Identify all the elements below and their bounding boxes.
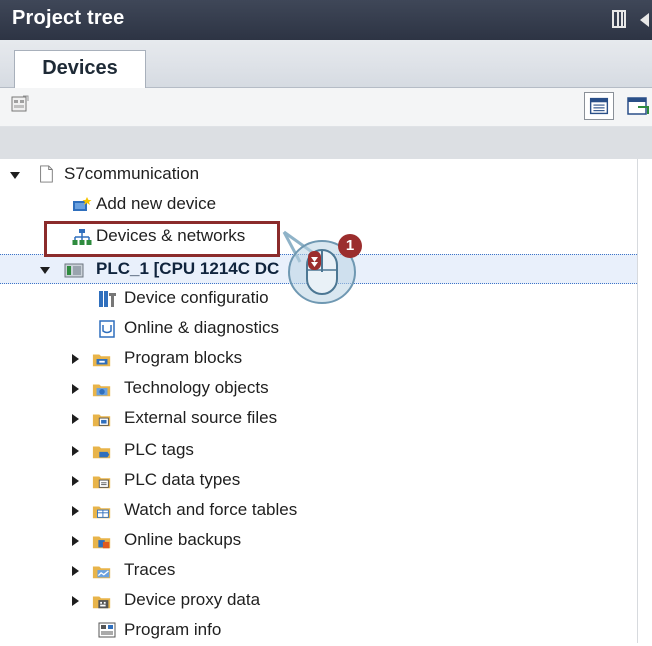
tree-label-add-new-device: Add new device: [96, 194, 217, 213]
tree-label-root: S7communication: [64, 164, 200, 183]
tree-item-online-diagnostics[interactable]: Online & diagnostics: [0, 314, 637, 344]
tree-item-technology-objects[interactable]: Technology objects: [0, 374, 637, 404]
expand-arrow-icon[interactable]: [72, 476, 79, 486]
folder-technology-icon: [92, 384, 111, 397]
tree-item-traces[interactable]: Traces: [0, 556, 637, 586]
tree-label-plc1: PLC_1 [CPU 1214C DC: [96, 259, 280, 278]
expand-arrow-icon[interactable]: [72, 506, 79, 516]
tab-devices[interactable]: Devices: [14, 50, 146, 88]
step-badge: 1: [338, 234, 362, 258]
tree-label-online-diagnostics: Online & diagnostics: [124, 318, 279, 337]
table-refresh-icon[interactable]: [626, 95, 652, 117]
tree-label-online-backups: Online backups: [124, 530, 242, 549]
expand-arrow-icon[interactable]: [72, 414, 79, 424]
project-icon: [40, 165, 53, 183]
new-object-icon[interactable]: [11, 95, 29, 113]
folder-watch-icon: [92, 506, 111, 519]
expand-arrow-icon[interactable]: [72, 596, 79, 606]
tree-item-plc-data-types[interactable]: PLC data types: [0, 466, 637, 496]
folder-traces-icon: [92, 566, 111, 579]
tree-item-device-proxy-data[interactable]: Device proxy data: [0, 586, 637, 616]
tree-label-technology-objects: Technology objects: [124, 378, 269, 397]
tab-strip: Devices: [0, 40, 652, 88]
tree-label-program-blocks: Program blocks: [124, 348, 243, 367]
double-click-callout: 1: [282, 230, 377, 310]
expand-arrow-icon[interactable]: [72, 536, 79, 546]
tree-label-external-source-files: External source files: [124, 408, 278, 427]
tree-item-online-backups[interactable]: Online backups: [0, 526, 637, 556]
collapse-panel-icon[interactable]: [640, 13, 649, 27]
expand-arrow-icon[interactable]: [72, 446, 79, 456]
tree-item-program-info[interactable]: Program info: [0, 616, 637, 646]
expand-arrow-icon[interactable]: [72, 384, 79, 394]
tree-item-add-new-device[interactable]: Add new device: [0, 190, 637, 220]
tree-node-root[interactable]: S7communication: [0, 160, 637, 190]
plc-icon: [64, 263, 84, 278]
collapse-arrow-icon[interactable]: [10, 172, 20, 179]
mouse-double-click-icon: [282, 230, 356, 304]
expand-arrow-icon[interactable]: [72, 566, 79, 576]
highlight-frame: [44, 221, 280, 257]
tree-label-traces: Traces: [124, 560, 176, 579]
tree-label-plc-data-types: PLC data types: [124, 470, 241, 489]
tree-label-plc-tags: PLC tags: [124, 440, 194, 459]
project-tree-titlebar: Project tree: [0, 0, 652, 40]
tree-header-band: [0, 127, 652, 159]
folder-datatypes-icon: [92, 476, 111, 489]
column-divider: [637, 159, 638, 643]
program-info-icon: [98, 622, 116, 638]
expand-arrow-icon[interactable]: [72, 354, 79, 364]
folder-backups-icon: [92, 536, 111, 549]
diagnostics-icon: [99, 320, 115, 338]
add-device-icon: [73, 197, 92, 211]
tree-toolbar: [0, 88, 652, 127]
folder-blocks-icon: [92, 354, 111, 367]
tree-label-device-configuration: Device configuratio: [124, 288, 269, 307]
tree-item-watch-force-tables[interactable]: Watch and force tables: [0, 496, 637, 526]
folder-tags-icon: [92, 446, 111, 459]
folder-external-icon: [92, 414, 111, 427]
tree-label-watch-force-tables: Watch and force tables: [124, 500, 298, 519]
tree-item-external-source-files[interactable]: External source files: [0, 404, 637, 434]
overview-icon[interactable]: [584, 92, 614, 120]
device-config-icon: [99, 291, 116, 307]
folder-proxy-icon: [92, 596, 111, 609]
split-view-icon[interactable]: [612, 10, 626, 28]
tree-item-plc-tags[interactable]: PLC tags: [0, 436, 637, 466]
panel-title: Project tree: [12, 7, 125, 29]
tree-label-device-proxy-data: Device proxy data: [124, 590, 261, 609]
tree-label-program-info: Program info: [124, 620, 222, 639]
collapse-arrow-icon[interactable]: [40, 267, 50, 274]
tree-item-program-blocks[interactable]: Program blocks: [0, 344, 637, 374]
